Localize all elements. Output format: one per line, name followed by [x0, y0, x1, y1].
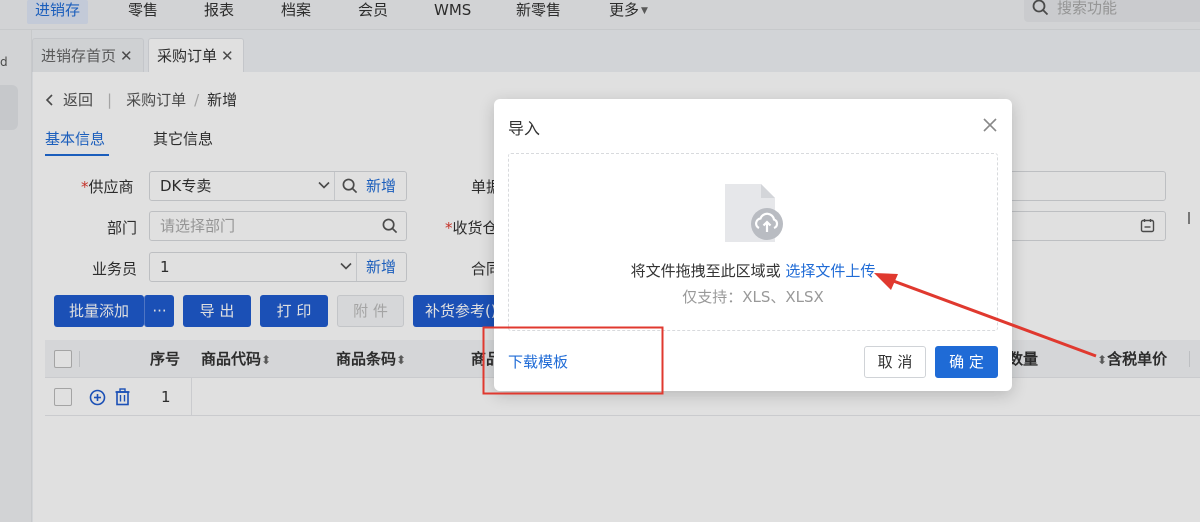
dropzone-text: 将文件拖拽至此区域或 选择文件上传 [630, 262, 876, 280]
file-upload-icon [725, 184, 783, 242]
supported-formats: 仅支持：XLS、XLSX [682, 288, 824, 306]
modal-title: 导入 [508, 119, 541, 138]
upload-dropzone[interactable]: 将文件拖拽至此区域或 选择文件上传 仅支持：XLS、XLSX [508, 153, 998, 331]
confirm-button[interactable]: 确 定 [935, 346, 998, 378]
select-file-link[interactable]: 选择文件上传 [785, 262, 875, 280]
cancel-button[interactable]: 取 消 [864, 346, 926, 378]
download-template-link[interactable]: 下载模板 [508, 351, 568, 372]
import-modal: 导入 将文件拖拽至此区域或 选择文件上传 仅支持：XLS、XLSX 下载模板 取… [494, 99, 1012, 391]
close-icon[interactable] [982, 117, 998, 133]
